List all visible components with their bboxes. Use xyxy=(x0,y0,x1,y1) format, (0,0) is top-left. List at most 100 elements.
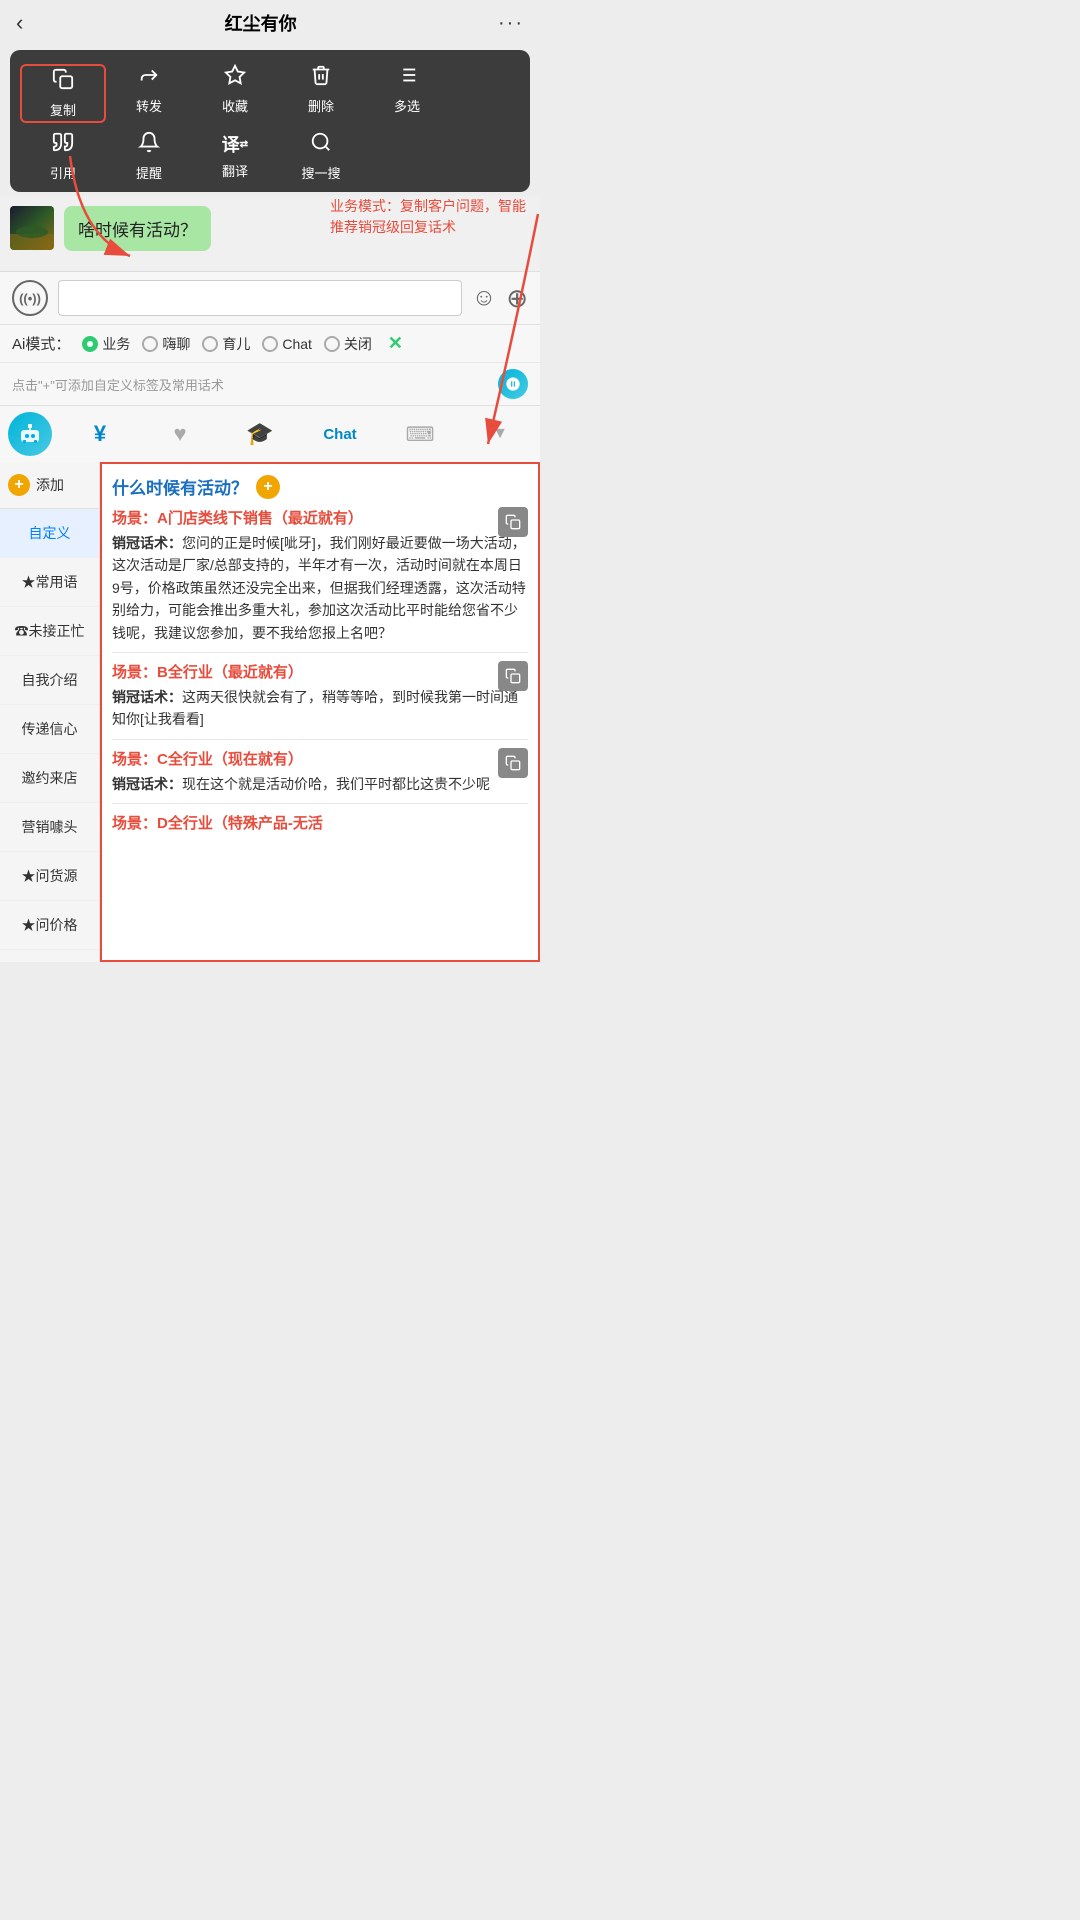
forward-label: 转发 xyxy=(136,96,162,115)
scenario-c-content: 销冠话术：现在这个就是活动价哈，我们平时都比这贵不少呢 xyxy=(112,773,528,795)
toolbar-dropdown[interactable]: ▼ xyxy=(460,419,540,449)
radio-parenting xyxy=(202,336,218,352)
context-menu-remind[interactable]: 提醒 xyxy=(106,131,192,182)
back-button[interactable]: ‹ xyxy=(16,10,23,36)
sidebar-item-missed[interactable]: ☎未接正忙 xyxy=(0,607,99,656)
plus-button[interactable]: ⊕ xyxy=(506,283,528,314)
message-input[interactable] xyxy=(58,280,462,316)
chat-area: 啥时候有活动？ 业务模式：复制客户问题，智能推荐销冠级回复话术 xyxy=(0,196,540,271)
delete-label: 删除 xyxy=(308,96,334,115)
add-label: 添加 xyxy=(36,475,64,495)
radio-parenting-label: 育儿 xyxy=(222,334,250,354)
ai-mode-business[interactable]: 业务 xyxy=(82,334,130,354)
context-menu-forward[interactable]: 转发 xyxy=(106,64,192,123)
context-menu-favorite[interactable]: 收藏 xyxy=(192,64,278,123)
quote-icon xyxy=(52,131,74,159)
context-menu-copy[interactable]: 复制 xyxy=(20,64,106,123)
radio-chat xyxy=(142,336,158,352)
scenario-d-title: 场景：D全行业（特殊产品-无活 xyxy=(112,812,528,833)
radio-business-label: 业务 xyxy=(102,334,130,354)
ai-mode-off[interactable]: 关闭 xyxy=(324,334,372,354)
scenario-a-title: 场景：A门店类线下销售（最近就有） xyxy=(112,507,528,528)
tags-hint-text: 点击"+"可添加自定义标签及常用话术 xyxy=(12,375,224,394)
copy-label: 复制 xyxy=(50,100,76,119)
translate-icon: 译⇄ xyxy=(222,131,248,157)
scenario-b: 场景：B全行业（最近就有） 销冠话术：这两天很快就会有了，稍等等哈，到时候我第一… xyxy=(112,661,528,731)
scenario-b-copy[interactable] xyxy=(498,661,528,691)
add-button[interactable]: + 添加 xyxy=(0,462,99,509)
left-sidebar: + 添加 自定义 ★常用语 ☎未接正忙 自我介绍 传递信心 邀约来店 营销噱头 … xyxy=(0,462,100,962)
delete-icon xyxy=(310,64,332,92)
toolbar-graduation[interactable]: 🎓 xyxy=(220,415,300,453)
voice-button[interactable]: ((•)) xyxy=(12,280,48,316)
context-menu-row2: 引用 提醒 译⇄ 翻译 搜一搜 xyxy=(10,127,530,186)
main-content: + 添加 自定义 ★常用语 ☎未接正忙 自我介绍 传递信心 邀约来店 营销噱头 … xyxy=(0,462,540,962)
radio-openchat-label: Chat xyxy=(282,336,312,352)
input-area: ((•)) ☺ ⊕ xyxy=(0,271,540,324)
context-menu: 复制 转发 收藏 xyxy=(10,50,530,192)
scenario-c-header: 场景：C全行业（现在就有） xyxy=(112,748,528,769)
chat-bubble-text: 啥时候有活动？ xyxy=(78,221,197,240)
scenario-d: 场景：D全行业（特殊产品-无活 xyxy=(112,812,528,833)
heart-icon: ♥ xyxy=(173,421,186,447)
chat-bubble-row: 啥时候有活动？ 业务模式：复制客户问题，智能推荐销冠级回复话术 xyxy=(10,206,530,251)
tags-hint-row: 点击"+"可添加自定义标签及常用话术 xyxy=(0,362,540,405)
sidebar-item-price[interactable]: ★问价格 xyxy=(0,901,99,950)
scenario-a-copy[interactable] xyxy=(498,507,528,537)
sidebar-item-marketing[interactable]: 营销噱头 xyxy=(0,803,99,852)
favorite-icon xyxy=(224,64,246,92)
emoji-button[interactable]: ☺ xyxy=(472,284,497,312)
ai-mode-close[interactable]: ✕ xyxy=(388,333,403,354)
ai-mode-parenting[interactable]: 育儿 xyxy=(202,334,250,354)
radio-off-label: 关闭 xyxy=(344,334,372,354)
ai-mode-row: Ai模式： 业务 嗨聊 育儿 Chat 关闭 ✕ xyxy=(0,324,540,362)
sidebar-item-custom[interactable]: 自定义 xyxy=(0,509,99,558)
search-label: 搜一搜 xyxy=(301,163,340,182)
context-menu-quote[interactable]: 引用 xyxy=(20,131,106,182)
toolbar-yuan[interactable]: ¥ xyxy=(60,415,140,453)
scenario-c-title: 场景：C全行业（现在就有） xyxy=(112,748,528,769)
scenario-c-copy[interactable] xyxy=(498,748,528,778)
toolbar-robot[interactable] xyxy=(0,412,60,456)
quote-label: 引用 xyxy=(50,163,76,182)
context-menu-multiselect[interactable]: 多选 xyxy=(364,64,450,123)
scenario-b-header: 场景：B全行业（最近就有） xyxy=(112,661,528,682)
scenario-b-content: 销冠话术：这两天很快就会有了，稍等等哈，到时候我第一时间通知你[让我看看] xyxy=(112,686,528,731)
context-menu-translate[interactable]: 译⇄ 翻译 xyxy=(192,131,278,182)
sidebar-item-common[interactable]: ★常用语 xyxy=(0,558,99,607)
sidebar-item-invite[interactable]: 邀约来店 xyxy=(0,754,99,803)
question-title: 什么时候有活动？ xyxy=(112,474,248,499)
ai-mode-chat[interactable]: 嗨聊 xyxy=(142,334,190,354)
forward-icon xyxy=(138,64,160,92)
header: ‹ 红尘有你 ··· xyxy=(0,0,540,46)
remind-label: 提醒 xyxy=(136,163,162,182)
search-icon xyxy=(310,131,332,159)
toolbar-chat-text[interactable]: Chat xyxy=(300,420,380,449)
scenario-b-title: 场景：B全行业（最近就有） xyxy=(112,661,528,682)
add-to-question-button[interactable]: + xyxy=(256,475,280,499)
dropdown-icon: ▼ xyxy=(492,425,508,443)
context-menu-row1: 复制 转发 收藏 xyxy=(10,60,530,127)
sidebar-item-confidence[interactable]: 传递信心 xyxy=(0,705,99,754)
favorite-label: 收藏 xyxy=(222,96,248,115)
toolbar-heart[interactable]: ♥ xyxy=(140,415,220,453)
ai-mode-openchat[interactable]: Chat xyxy=(262,336,312,352)
chat-small-icon[interactable] xyxy=(498,369,528,399)
context-menu-delete[interactable]: 删除 xyxy=(278,64,364,123)
radio-business xyxy=(82,336,98,352)
more-button[interactable]: ··· xyxy=(498,12,524,35)
annotation-text: 业务模式：复制客户问题，智能推荐销冠级回复话术 xyxy=(330,196,530,238)
robot-icon xyxy=(8,412,52,456)
sidebar-item-intro[interactable]: 自我介绍 xyxy=(0,656,99,705)
page-title: 红尘有你 xyxy=(225,10,297,36)
scenario-c: 场景：C全行业（现在就有） 销冠话术：现在这个就是活动价哈，我们平时都比这贵不少… xyxy=(112,748,528,795)
radio-chat-label: 嗨聊 xyxy=(162,334,190,354)
multiselect-icon xyxy=(396,64,418,92)
toolbar-keyboard[interactable]: ⌨ xyxy=(380,416,460,453)
add-circle-icon: + xyxy=(8,474,30,496)
avatar xyxy=(10,206,54,250)
chat-bubble: 啥时候有活动？ xyxy=(64,206,211,251)
radio-openchat xyxy=(262,336,278,352)
sidebar-item-source[interactable]: ★问货源 xyxy=(0,852,99,901)
context-menu-search[interactable]: 搜一搜 xyxy=(278,131,364,182)
